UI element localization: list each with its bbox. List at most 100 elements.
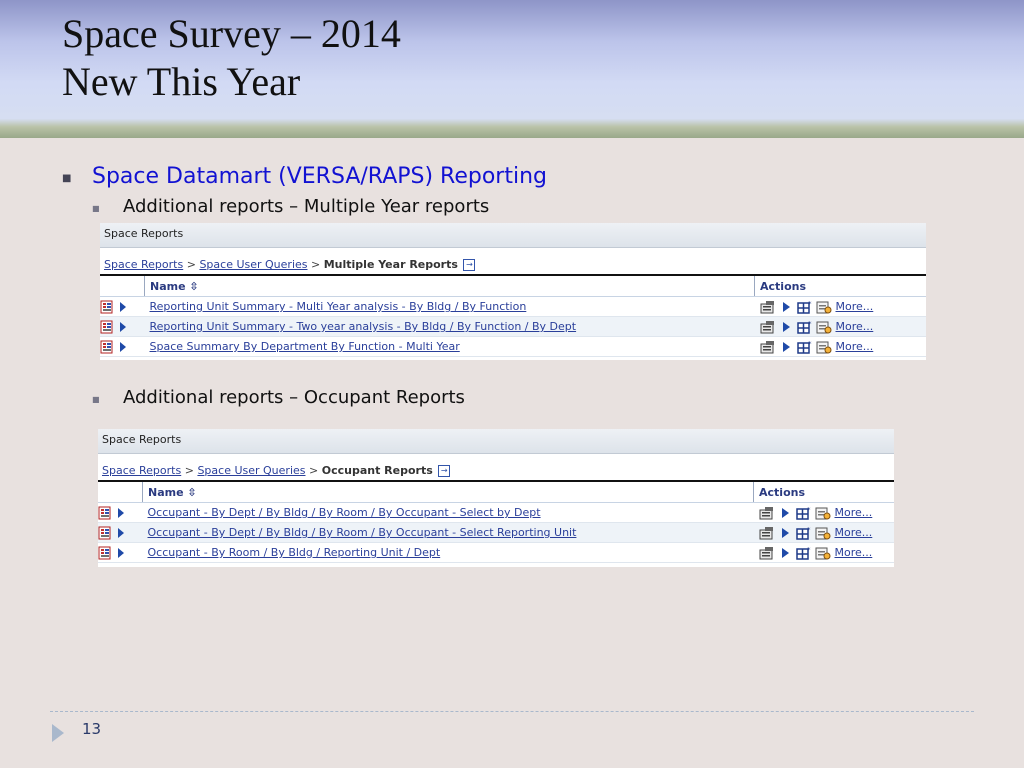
title-line-1: Space Survey – 2014 [62,11,401,56]
report-link[interactable]: Reporting Unit Summary - Multi Year anal… [150,300,527,313]
more-actions-link[interactable]: More... [835,526,873,539]
table-row: Occupant - By Dept / By Bldg / By Room /… [98,502,894,523]
breadcrumb-separator: > [186,258,196,271]
open-new-window-icon[interactable]: → [438,465,451,477]
run-arrow-icon[interactable] [779,340,793,354]
actions-cell: * More... [754,296,926,317]
run-arrow-icon[interactable] [118,300,128,314]
run-arrow-icon[interactable] [778,546,792,560]
breadcrumb: Space Reports > Space User Queries > Mul… [100,248,926,274]
bullet-level1-text: Space Datamart (VERSA/RAPS) Reporting [92,164,547,189]
report-name-cell: Reporting Unit Summary - Two year analys… [144,316,755,337]
properties-icon[interactable] [759,506,775,520]
breadcrumb-separator: > [311,258,321,271]
schedule-icon[interactable] [815,506,831,520]
run-arrow-icon[interactable] [116,506,126,520]
space-reports-panel-occupant: Space Reports Space Reports > Space User… [98,429,894,567]
run-arrow-icon[interactable] [118,320,128,334]
properties-icon[interactable] [760,340,776,354]
schedule-icon[interactable] [815,546,831,560]
schedule-icon[interactable] [815,526,831,540]
breadcrumb-current: Multiple Year Reports [323,258,458,271]
report-link[interactable]: Occupant - By Dept / By Bldg / By Room /… [148,526,577,539]
schedule-icon[interactable] [816,300,832,314]
run-options-icon[interactable]: * [795,526,812,540]
report-icon [98,506,111,519]
more-actions-link[interactable]: More... [836,320,874,333]
report-icon [100,300,113,313]
schedule-icon[interactable] [816,320,832,334]
panel-title: Space Reports [98,429,894,454]
svg-text:*: * [808,320,812,328]
report-link[interactable]: Occupant - By Room / By Bldg / Reporting… [148,546,441,559]
run-options-icon[interactable]: * [796,340,813,354]
actions-cell: * More... [753,542,894,563]
properties-icon[interactable] [760,320,776,334]
actions-cell: * More... [753,522,894,543]
run-options-icon[interactable]: * [795,546,812,560]
properties-icon[interactable] [759,526,775,540]
report-name-cell: Occupant - By Dept / By Bldg / By Room /… [142,502,754,523]
icon-column-header [100,275,145,297]
bullet-sub-text: Additional reports – Occupant Reports [123,387,465,408]
table-row: Reporting Unit Summary - Two year analys… [100,316,926,337]
breadcrumb-space-reports[interactable]: Space Reports [102,464,181,477]
report-link[interactable]: Space Summary By Department By Function … [150,340,460,353]
reports-table: Name ⇳ Actions Reporting Unit Summary - … [100,274,926,357]
run-arrow-icon[interactable] [778,526,792,540]
more-actions-link[interactable]: More... [835,506,873,519]
table-row: Space Summary By Department By Function … [100,336,926,357]
run-options-icon[interactable]: * [796,320,813,334]
row-icons [100,336,145,357]
slide-header: Space Survey – 2014 New This Year [0,0,1024,138]
breadcrumb-separator: > [184,464,194,477]
run-arrow-icon[interactable] [779,320,793,334]
table-row: Occupant - By Room / By Bldg / Reporting… [98,542,894,563]
run-arrow-icon[interactable] [116,526,126,540]
panel-title: Space Reports [100,223,926,248]
run-options-icon[interactable]: * [796,300,813,314]
open-new-window-icon[interactable]: → [463,259,476,271]
breadcrumb: Space Reports > Space User Queries > Occ… [98,454,894,480]
report-name-cell: Occupant - By Dept / By Bldg / By Room /… [142,522,754,543]
breadcrumb-space-reports[interactable]: Space Reports [104,258,183,271]
schedule-icon[interactable] [816,340,832,354]
report-icon [98,546,111,559]
run-arrow-icon[interactable] [778,506,792,520]
page-number: 13 [82,720,102,738]
more-actions-link[interactable]: More... [835,546,873,559]
report-name-cell: Reporting Unit Summary - Multi Year anal… [144,296,755,317]
svg-text:*: * [808,300,812,308]
name-column-header[interactable]: Name ⇳ [144,275,755,297]
properties-icon[interactable] [759,546,775,560]
bullet-square-icon: ■ [62,173,72,184]
report-link[interactable]: Occupant - By Dept / By Bldg / By Room /… [148,506,541,519]
icon-column-header [98,481,143,503]
report-link[interactable]: Reporting Unit Summary - Two year analys… [150,320,577,333]
name-column-header[interactable]: Name ⇳ [142,481,754,503]
report-name-cell: Space Summary By Department By Function … [144,336,755,357]
title-line-2: New This Year [62,59,301,104]
table-header-row: Name ⇳ Actions [98,481,894,503]
row-icons [98,502,143,523]
properties-icon[interactable] [760,300,776,314]
svg-text:*: * [807,506,811,514]
actions-cell: * More... [754,336,926,357]
run-arrow-icon[interactable] [118,340,128,354]
breadcrumb-current: Occupant Reports [321,464,433,477]
svg-text:*: * [807,526,811,534]
run-arrow-icon[interactable] [779,300,793,314]
run-options-icon[interactable]: * [795,506,812,520]
bullet-square-icon: ■ [92,204,100,213]
more-actions-link[interactable]: More... [836,340,874,353]
actions-column-header: Actions [754,275,926,297]
footer-divider [50,711,974,712]
bullet-square-icon: ■ [92,395,100,404]
breadcrumb-space-user-queries[interactable]: Space User Queries [197,464,305,477]
run-arrow-icon[interactable] [116,546,126,560]
reports-table: Name ⇳ Actions Occupant - By Dept / By B… [98,480,894,563]
breadcrumb-space-user-queries[interactable]: Space User Queries [199,258,307,271]
more-actions-link[interactable]: More... [836,300,874,313]
row-icons [98,522,143,543]
report-icon [98,526,111,539]
